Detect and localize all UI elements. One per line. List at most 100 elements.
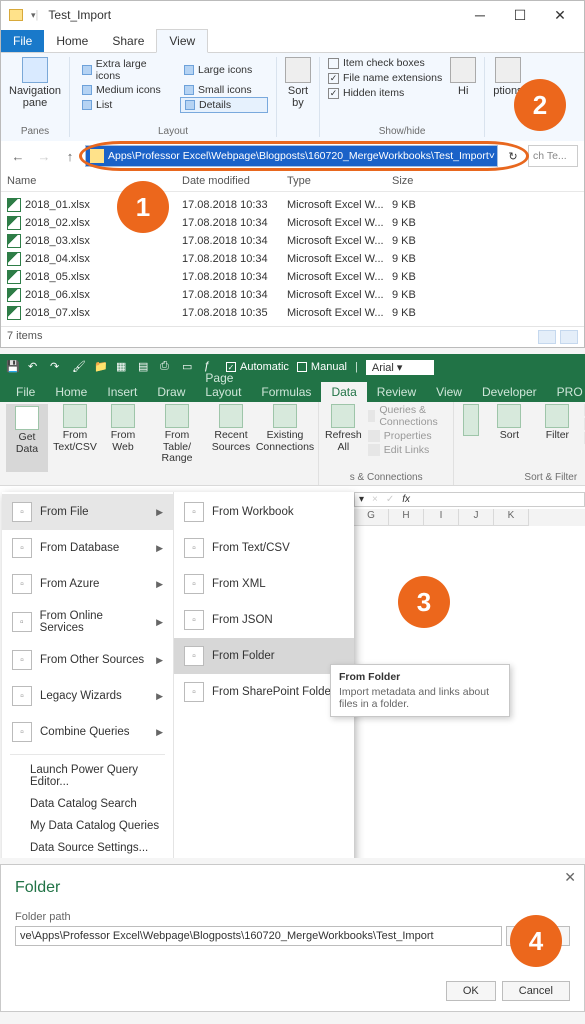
col-size[interactable]: Size	[392, 175, 452, 187]
ok-button[interactable]: OK	[446, 981, 496, 1001]
file-row[interactable]: 2018_06.xlsx17.08.2018 10:34Microsoft Ex…	[7, 286, 578, 304]
existing-conn-button[interactable]: Existing Connections	[258, 404, 312, 472]
tab-file[interactable]: File	[6, 382, 45, 402]
from-table-button[interactable]: From Table/ Range	[150, 404, 204, 472]
tab-pro[interactable]: PRO	[547, 382, 585, 402]
layout-large[interactable]: Large icons	[180, 57, 268, 83]
col-header-K[interactable]: K	[494, 509, 529, 526]
navigation-pane-button[interactable]: Navigation pane	[9, 57, 61, 109]
properties-button[interactable]: Properties	[368, 430, 448, 442]
tab-formulas[interactable]: Formulas	[251, 382, 321, 402]
edit-links-button[interactable]: Edit Links	[368, 444, 448, 456]
close-button[interactable]: ✕	[540, 7, 580, 24]
recent-sources-button[interactable]: Recent Sources	[210, 404, 252, 472]
menu-data-source-settings---[interactable]: Data Source Settings...	[2, 837, 173, 858]
menu-legacy-wizards[interactable]: ▫Legacy Wizards▶	[2, 678, 173, 714]
details-view-button[interactable]	[538, 330, 556, 344]
menu-from-file[interactable]: ▫From File▶	[2, 494, 173, 530]
file-row[interactable]: 2018_03.xlsx17.08.2018 10:34Microsoft Ex…	[7, 232, 578, 250]
undo-icon[interactable]: ↶	[28, 360, 42, 374]
col-header-H[interactable]: H	[389, 509, 424, 526]
tab-view[interactable]: View	[156, 29, 208, 53]
file-ext-checkbox[interactable]: ✓	[328, 73, 339, 84]
col-date[interactable]: Date modified	[182, 175, 287, 187]
dialog-close-button[interactable]: ✕	[564, 869, 576, 886]
up-button[interactable]: ↑	[59, 145, 81, 167]
tab-home[interactable]: Home	[45, 382, 97, 402]
queries-connections-button[interactable]: Queries & Connections	[368, 404, 448, 428]
calc-icon[interactable]: ▤	[138, 360, 152, 374]
cancel-button[interactable]: Cancel	[502, 981, 570, 1001]
redo-icon[interactable]: ↷	[50, 360, 64, 374]
submenu-from-folder[interactable]: ▫From Folder	[174, 638, 354, 674]
file-row[interactable]: 2018_01.xlsx17.08.2018 10:33Microsoft Ex…	[7, 196, 578, 214]
layout-small[interactable]: Small icons	[180, 83, 268, 97]
layout-extra-large[interactable]: Extra large icons	[78, 57, 176, 83]
from-textcsv-button[interactable]: From Text/CSV	[54, 404, 96, 472]
menu-from-other-sources[interactable]: ▫From Other Sources▶	[2, 642, 173, 678]
sort-az-button[interactable]	[460, 404, 482, 472]
back-button[interactable]: ←	[7, 145, 29, 167]
file-row[interactable]: 2018_02.xlsx17.08.2018 10:34Microsoft Ex…	[7, 214, 578, 232]
sort-button[interactable]: Sort	[488, 404, 530, 472]
tab-share[interactable]: Share	[100, 30, 156, 52]
print-icon[interactable]: ⎙	[160, 360, 174, 374]
tab-developer[interactable]: Developer	[472, 382, 547, 402]
refresh-all-button[interactable]: Refresh All	[325, 404, 362, 472]
file-row[interactable]: 2018_07.xlsx17.08.2018 10:35Microsoft Ex…	[7, 304, 578, 322]
col-header-I[interactable]: I	[424, 509, 459, 526]
brush-icon[interactable]: 🖌	[72, 360, 86, 374]
thumbnails-view-button[interactable]	[560, 330, 578, 344]
tab-data[interactable]: Data	[321, 382, 366, 402]
from-web-button[interactable]: From Web	[102, 404, 144, 472]
hide-selected-button[interactable]: Hi	[450, 57, 476, 97]
col-header-G[interactable]: G	[354, 509, 389, 526]
tab-review[interactable]: Review	[367, 382, 426, 402]
submenu-from-sharepoint-folder[interactable]: ▫From SharePoint Folder	[174, 674, 354, 710]
refresh-button[interactable]: ↻	[502, 145, 524, 167]
col-header-J[interactable]: J	[459, 509, 494, 526]
col-type[interactable]: Type	[287, 175, 392, 187]
folder-icon[interactable]: 📁	[94, 360, 108, 374]
menu-from-azure[interactable]: ▫From Azure▶	[2, 566, 173, 602]
tab-view[interactable]: View	[426, 382, 472, 402]
layout-medium[interactable]: Medium icons	[78, 83, 176, 97]
search-input[interactable]: ch Te...	[528, 145, 578, 167]
get-data-button[interactable]: Get Data	[6, 404, 48, 472]
submenu-from-workbook[interactable]: ▫From Workbook	[174, 494, 354, 530]
tab-file[interactable]: File	[1, 30, 44, 52]
new-icon[interactable]: ▦	[116, 360, 130, 374]
layout-details[interactable]: Details	[180, 97, 268, 113]
calc-manual[interactable]: Manual	[297, 361, 347, 373]
item-checkboxes-checkbox[interactable]	[328, 58, 339, 69]
file-row[interactable]: 2018_04.xlsx17.08.2018 10:34Microsoft Ex…	[7, 250, 578, 268]
menu-data-catalog-search[interactable]: Data Catalog Search	[2, 793, 173, 815]
forward-button[interactable]: →	[33, 145, 55, 167]
address-bar[interactable]: Apps\Professor Excel\Webpage\Blogposts\1…	[85, 145, 498, 167]
minimize-button[interactable]: ─	[460, 7, 500, 24]
tab-page-layout[interactable]: Page Layout	[195, 368, 251, 402]
maximize-button[interactable]: ☐	[500, 7, 540, 24]
hidden-items-checkbox[interactable]: ✓	[328, 88, 339, 99]
save-icon[interactable]: 💾	[6, 360, 20, 374]
menu-launch-power-query-editor---[interactable]: Launch Power Query Editor...	[2, 759, 173, 793]
printarea-icon[interactable]: ▭	[182, 360, 196, 374]
font-selector[interactable]: Arial ▾	[366, 360, 434, 375]
menu-from-database[interactable]: ▫From Database▶	[2, 530, 173, 566]
chevron-down-icon[interactable]: ˅	[489, 150, 495, 162]
tab-insert[interactable]: Insert	[97, 382, 147, 402]
menu-from-online-services[interactable]: ▫From Online Services▶	[2, 602, 173, 642]
menu-my-data-catalog-queries[interactable]: My Data Catalog Queries	[2, 815, 173, 837]
file-row[interactable]: 2018_05.xlsx17.08.2018 10:34Microsoft Ex…	[7, 268, 578, 286]
menu-combine-queries[interactable]: ▫Combine Queries▶	[2, 714, 173, 750]
layout-list[interactable]: List	[78, 97, 176, 113]
folder-path-input[interactable]: ve\Apps\Professor Excel\Webpage\Blogpost…	[15, 926, 502, 946]
submenu-from-xml[interactable]: ▫From XML	[174, 566, 354, 602]
tab-home[interactable]: Home	[44, 30, 100, 52]
tab-draw[interactable]: Draw	[147, 382, 195, 402]
filter-button[interactable]: Filter	[536, 404, 578, 472]
submenu-from-text-csv[interactable]: ▫From Text/CSV	[174, 530, 354, 566]
submenu-from-json[interactable]: ▫From JSON	[174, 602, 354, 638]
sort-by-button[interactable]: Sort by	[285, 57, 311, 109]
formula-bar[interactable]: ▾×✓fx	[354, 492, 585, 507]
